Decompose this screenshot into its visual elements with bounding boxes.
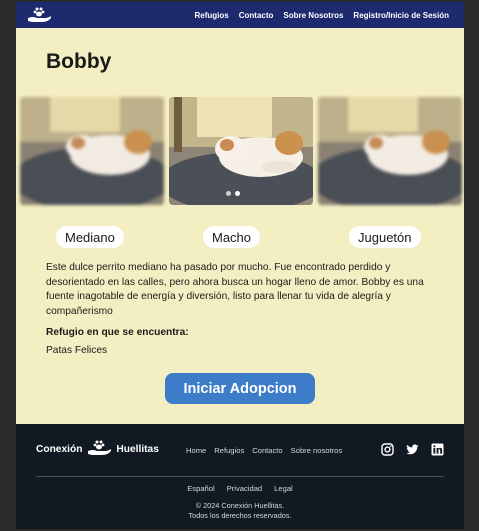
language-link[interactable]: Español bbox=[187, 484, 214, 493]
trait-badge-personality: Juguetón bbox=[349, 226, 421, 248]
privacy-link[interactable]: Privacidad bbox=[227, 484, 262, 493]
nav-link-contacto[interactable]: Contacto bbox=[239, 11, 274, 20]
photo-carousel[interactable] bbox=[16, 97, 464, 205]
social-links bbox=[381, 443, 444, 456]
copyright-line-1: © 2024 Conexión Huellitas. bbox=[195, 501, 285, 510]
copyright-line-2: Todos los derechos reservados. bbox=[188, 511, 292, 520]
carousel-slide-next[interactable] bbox=[318, 97, 462, 205]
footer-brand-left: Conexión bbox=[36, 444, 83, 455]
nav-links: Refugios Contacto Sobre Nosotros Registr… bbox=[195, 2, 450, 28]
start-adoption-button[interactable]: Iniciar Adopcion bbox=[165, 373, 315, 404]
shelter-name: Patas Felices bbox=[46, 345, 108, 356]
hand-paw-icon[interactable] bbox=[26, 6, 52, 24]
page-frame: Refugios Contacto Sobre Nosotros Registr… bbox=[16, 2, 464, 529]
footer-legal-links: Español Privacidad Legal bbox=[16, 484, 464, 493]
instagram-icon[interactable] bbox=[381, 443, 394, 456]
footer-brand[interactable]: Conexión Huellitas bbox=[36, 439, 159, 460]
twitter-icon[interactable] bbox=[406, 443, 419, 456]
footer-link-contacto[interactable]: Contacto bbox=[252, 446, 282, 455]
carousel-dot[interactable] bbox=[226, 191, 231, 196]
footer-links: Home Refugios Contacto Sobre nosotros bbox=[186, 446, 342, 455]
footer-link-refugios[interactable]: Refugios bbox=[214, 446, 244, 455]
footer-brand-right: Huellitas bbox=[116, 444, 159, 455]
nav-link-refugios[interactable]: Refugios bbox=[195, 11, 229, 20]
copyright: © 2024 Conexión Huellitas. Todos los der… bbox=[16, 501, 464, 521]
footer: Conexión Huellitas Home Refugios Contact… bbox=[16, 424, 464, 529]
footer-link-home[interactable]: Home bbox=[186, 446, 206, 455]
navbar: Refugios Contacto Sobre Nosotros Registr… bbox=[16, 2, 464, 28]
linkedin-icon[interactable] bbox=[431, 443, 444, 456]
carousel-dot-active[interactable] bbox=[235, 191, 240, 196]
shelter-label: Refugio en que se encuentra: bbox=[46, 327, 189, 338]
trait-badge-size: Mediano bbox=[56, 226, 124, 248]
nav-link-registro[interactable]: Registro/Inicio de Sesión bbox=[353, 11, 449, 20]
carousel-slide-prev[interactable] bbox=[20, 97, 164, 205]
footer-link-sobre-nosotros[interactable]: Sobre nosotros bbox=[291, 446, 343, 455]
carousel-dots bbox=[226, 191, 240, 196]
hand-paw-icon bbox=[87, 439, 112, 460]
page-title: Bobby bbox=[46, 50, 112, 73]
nav-link-sobre-nosotros[interactable]: Sobre Nosotros bbox=[283, 11, 343, 20]
carousel-slide-active[interactable] bbox=[169, 97, 313, 205]
legal-link[interactable]: Legal bbox=[274, 484, 293, 493]
footer-divider bbox=[36, 476, 444, 477]
pet-description: Este dulce perrito mediano ha pasado por… bbox=[46, 262, 424, 317]
trait-badge-sex: Macho bbox=[203, 226, 261, 248]
